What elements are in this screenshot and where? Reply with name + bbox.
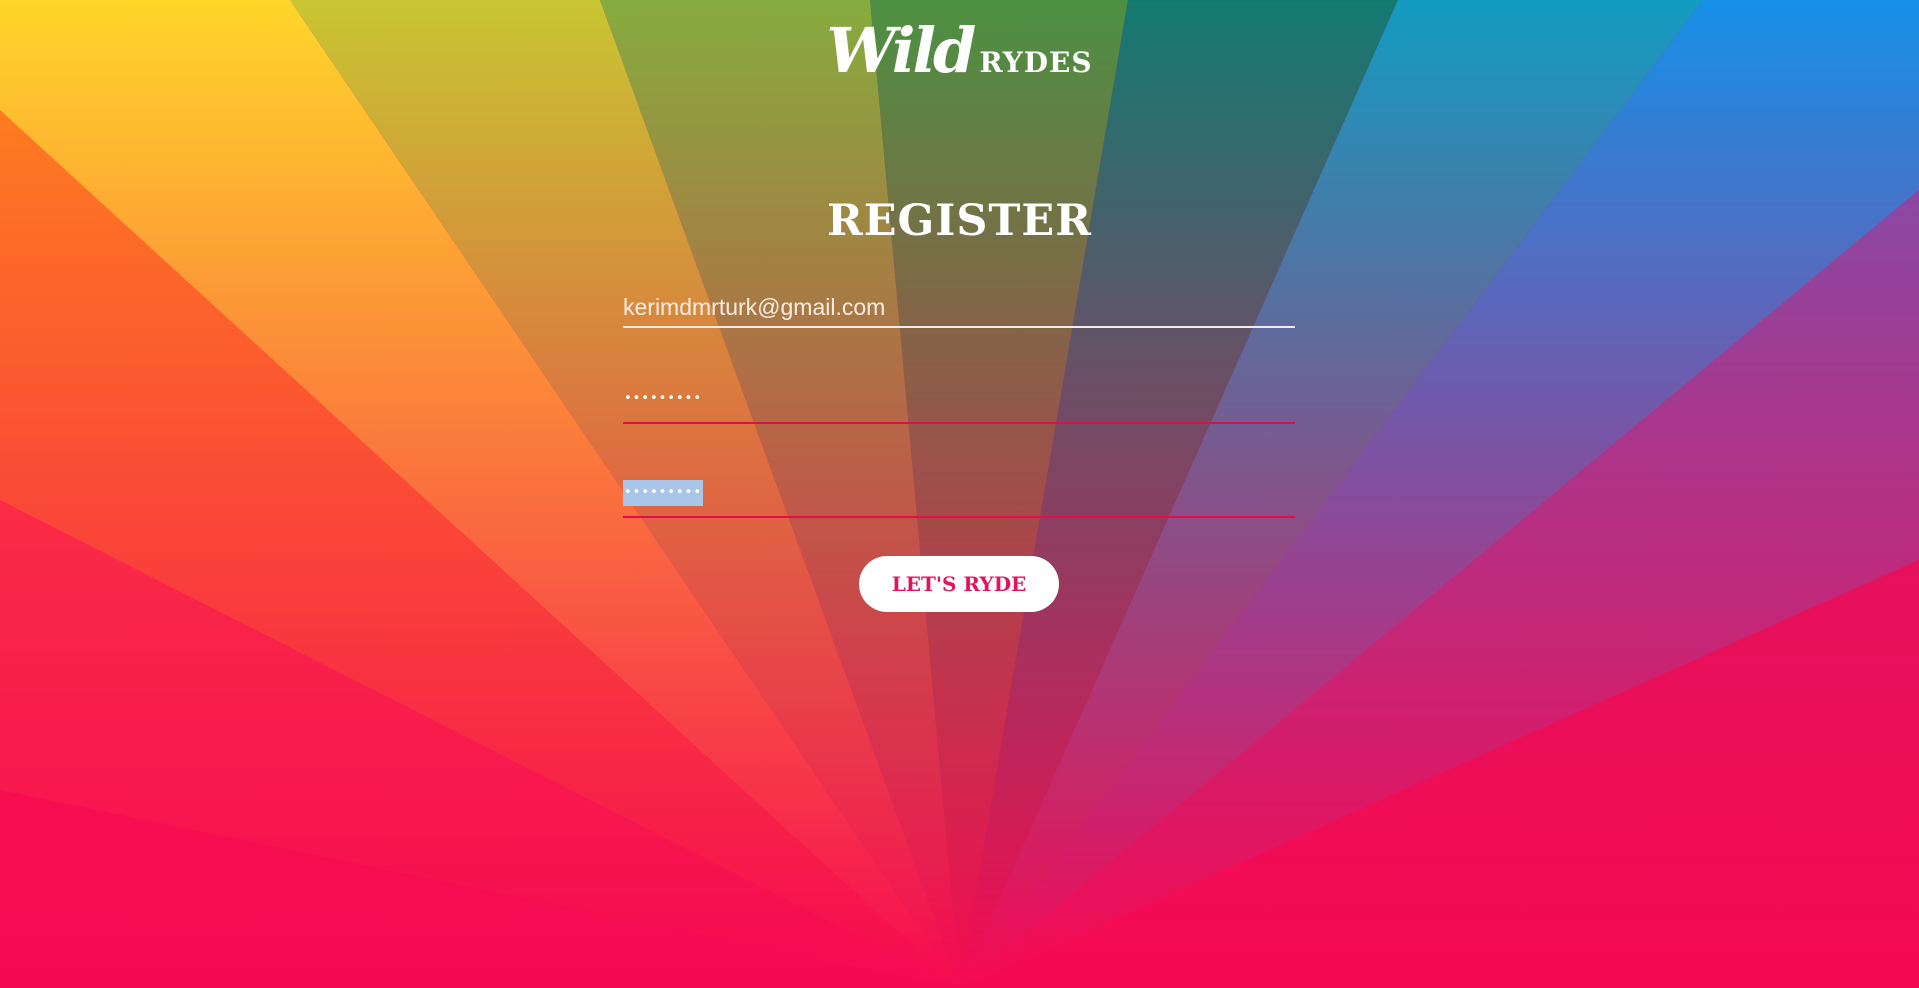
- confirm-password-field[interactable]: •••••••••: [623, 476, 1295, 518]
- password-mask: •••••••••: [624, 391, 703, 406]
- logo-rydes-text: RYDES: [979, 46, 1093, 79]
- logo-wild-text: Wild: [826, 14, 976, 87]
- page-title: REGISTER: [827, 196, 1092, 246]
- password-field[interactable]: •••••••••: [623, 382, 1295, 424]
- email-field[interactable]: [623, 288, 1295, 328]
- confirm-password-mask: •••••••••: [623, 480, 704, 506]
- wild-rydes-logo: Wild RYDES: [0, 14, 1919, 87]
- lets-ryde-button[interactable]: LET'S RYDE: [859, 556, 1059, 612]
